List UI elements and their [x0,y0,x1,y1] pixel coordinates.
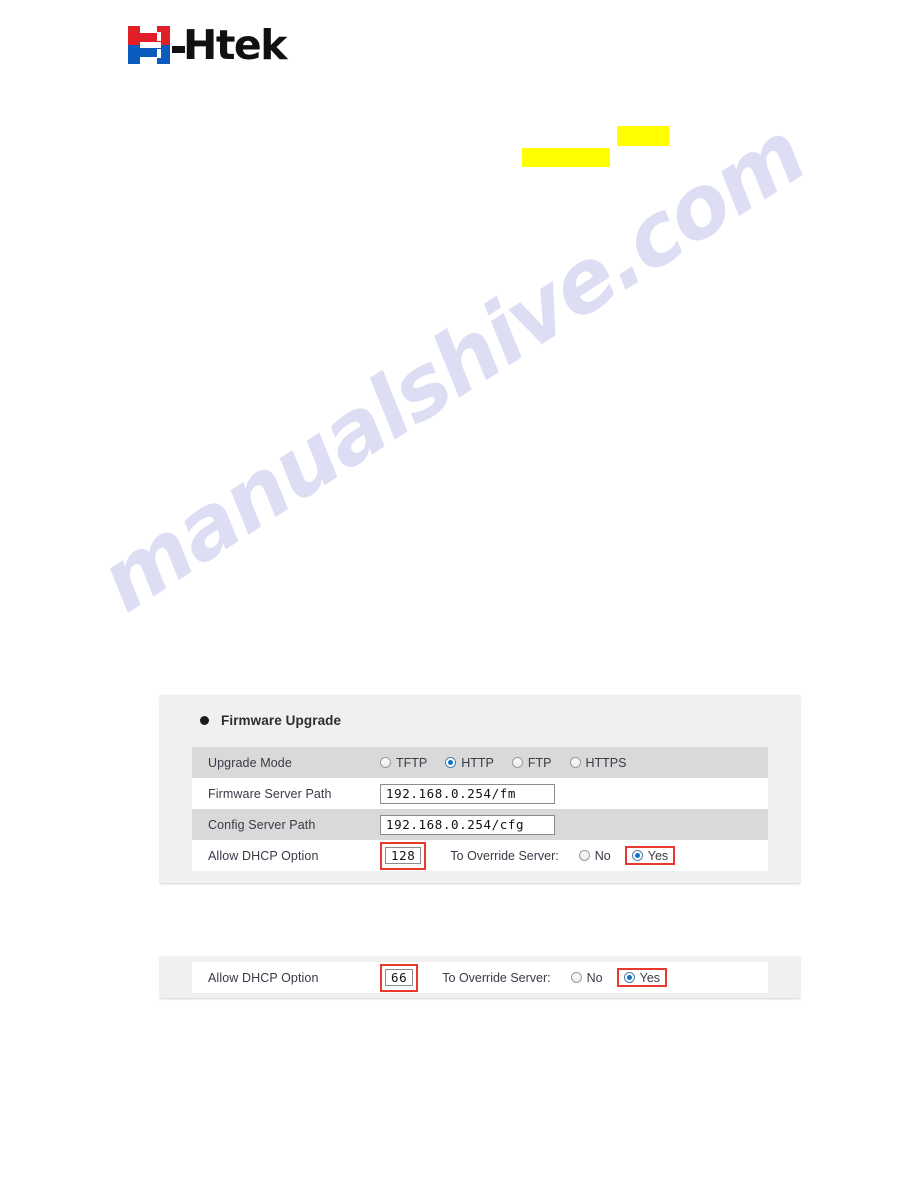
firmware-server-path-label: Firmware Server Path [208,786,332,801]
radio-dot-ftp-icon[interactable] [511,757,523,768]
firmware-server-path-input[interactable]: 192.168.0.254/fm [380,783,555,804]
settings-rows-alt: Allow DHCP Option 66 To Override Server:… [192,962,768,993]
dhcp-option-annotation-box: 128 [380,841,427,870]
radio-dot-no-icon[interactable] [578,850,590,861]
panel-title: Firmware Upgrade [200,713,341,728]
watermark-text: manualshive.com [82,103,822,632]
radio-dot-alt-no-icon[interactable] [570,972,582,983]
row-upgrade-mode: Upgrade Mode TFTP HTTP FTP HTTPS [192,747,768,778]
config-server-path-input[interactable]: 192.168.0.254/cfg [380,814,555,835]
htek-wordmark: Htek [172,24,288,66]
radio-override-alt-no[interactable]: No [570,970,603,985]
override-server-radio-group[interactable]: No Yes [578,846,676,865]
radio-tftp[interactable]: TFTP [380,756,427,770]
radio-dot-tftp-icon[interactable] [380,757,391,768]
radio-https[interactable]: HTTPS [569,755,627,770]
document-page: manualshive.com Htek Firmware Upgrade Up… [0,0,918,1188]
config-server-path-label: Config Server Path [208,817,316,832]
highlight-upper-right [617,126,669,146]
row-config-server-path: Config Server Path 192.168.0.254/cfg [192,809,768,840]
override-yes-annotation-box: Yes [624,846,676,865]
allow-dhcp-option-label: Allow DHCP Option [208,848,319,863]
firmware-upgrade-panel: Firmware Upgrade Upgrade Mode TFTP HTTP [160,695,800,883]
panel-title-label: Firmware Upgrade [221,713,342,728]
override-alt-yes-annotation-box: Yes [616,968,668,987]
htek-logo-mark-icon [128,26,170,64]
settings-rows: Upgrade Mode TFTP HTTP FTP HTTPS Firmwar… [192,747,768,871]
radio-override-alt-no-label: No [586,970,603,985]
radio-ftp[interactable]: FTP [511,755,552,770]
radio-override-alt-yes[interactable]: Yes [623,971,660,984]
highlight-lower-left [522,148,610,167]
row-allow-dhcp-option: Allow DHCP Option 128 To Override Server… [192,840,768,871]
row-allow-dhcp-option-alt: Allow DHCP Option 66 To Override Server:… [192,962,768,993]
override-server-alt-label: To Override Server: [442,970,551,985]
radio-ftp-label: FTP [527,755,552,770]
radio-dot-alt-yes-icon[interactable] [623,972,635,983]
bullet-icon [200,716,209,725]
row-firmware-server-path: Firmware Server Path 192.168.0.254/fm [192,778,768,809]
radio-dot-https-icon[interactable] [569,757,581,768]
dhcp-option-66-panel: Allow DHCP Option 66 To Override Server:… [160,956,800,998]
allow-dhcp-option-alt-label: Allow DHCP Option [208,970,319,985]
radio-override-no-label: No [594,848,611,863]
radio-tftp-label: TFTP [396,755,428,770]
allow-dhcp-option-alt-input[interactable]: 66 [385,968,414,986]
radio-https-label: HTTPS [585,755,627,770]
radio-http[interactable]: HTTP [445,756,494,770]
override-server-alt-radio-group[interactable]: No Yes [570,968,668,987]
upgrade-mode-label: Upgrade Mode [208,755,292,770]
radio-override-no[interactable]: No [578,848,611,863]
htek-logo: Htek [128,22,288,68]
radio-override-yes[interactable]: Yes [631,849,668,862]
radio-http-label: HTTP [461,755,494,770]
wordmark-text: Htek [183,20,288,69]
allow-dhcp-option-input[interactable]: 128 [385,846,422,864]
override-server-label: To Override Server: [450,848,559,863]
radio-dot-yes-icon[interactable] [631,850,643,861]
radio-dot-http-icon[interactable] [445,757,457,768]
upgrade-mode-radio-group[interactable]: TFTP HTTP FTP HTTPS [380,756,626,770]
dhcp-option-alt-annotation-box: 66 [380,963,419,992]
